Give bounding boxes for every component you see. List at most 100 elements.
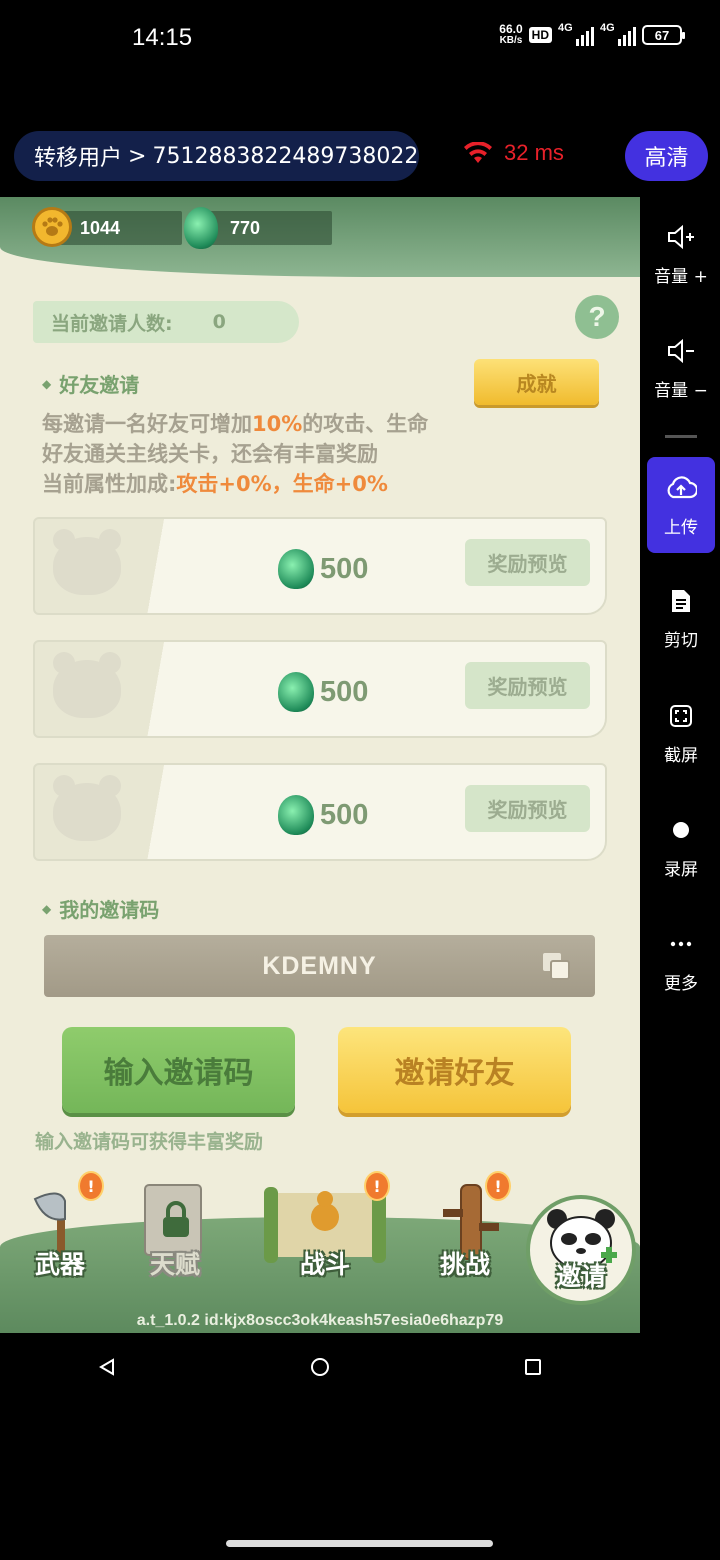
desc-line-3: 当前属性加成:攻击+0%，生命+0%	[42, 469, 428, 499]
more-icon	[670, 929, 692, 959]
invite-count-label: 当前邀请人数:	[51, 312, 173, 335]
nav-label: 武器	[34, 1250, 85, 1279]
my-code-label: 我的邀请码	[59, 898, 160, 922]
net-speed-unit: KB/s	[499, 35, 523, 46]
reward-preview-button[interactable]: 奖励预览	[465, 539, 590, 586]
bamboo-gem-icon	[278, 795, 314, 835]
signal-label: 4G	[558, 22, 573, 34]
cell-signal-icon: 4G	[558, 22, 594, 46]
help-button[interactable]: ?	[575, 295, 619, 339]
battery-icon: 67	[642, 25, 685, 45]
nav-label: 天赋	[149, 1250, 200, 1279]
transfer-label: 转移用户	[34, 146, 123, 171]
screenshot-button[interactable]: 截屏	[647, 701, 715, 766]
gesture-bar[interactable]	[226, 1540, 493, 1547]
diamond-bullet-icon: ◆	[42, 901, 52, 916]
reward-preview-button[interactable]: 奖励预览	[465, 785, 590, 832]
bamboo-gem-icon	[184, 207, 218, 249]
desc-highlight: 10%	[252, 412, 303, 436]
invite-code: KDEMNY	[262, 951, 377, 980]
side-item-label: 剪切	[664, 631, 698, 651]
bamboo-gem-icon	[278, 549, 314, 589]
copy-icon[interactable]	[541, 951, 571, 981]
home-button[interactable]	[300, 1350, 340, 1384]
document-icon	[670, 586, 692, 616]
desc-text: 的攻击、生命	[302, 412, 429, 436]
status-time: 14:15	[132, 24, 193, 51]
back-button[interactable]	[87, 1350, 127, 1384]
bamboo-gem-icon	[278, 672, 314, 712]
upload-button[interactable]: 上传	[647, 457, 715, 553]
volume-down-button[interactable]: 音量 −	[647, 336, 715, 401]
nav-label: 挑战	[439, 1250, 490, 1279]
nav-invite[interactable]: 邀请	[526, 1195, 636, 1305]
desc-text: 当前属性加成:	[42, 472, 177, 496]
reward-preview-button[interactable]: 奖励预览	[465, 662, 590, 709]
invite-count-value: 0	[212, 311, 226, 333]
wifi-icon	[464, 142, 492, 163]
reward-card: 500 奖励预览	[33, 640, 607, 738]
nav-battle[interactable]: ! 战斗	[260, 1171, 390, 1281]
friend-invite-title: ◆ 好友邀请	[42, 369, 139, 398]
lock-icon	[163, 1201, 189, 1237]
volume-up-button[interactable]: 音量 +	[647, 222, 715, 287]
hd-voice-badge: HD	[528, 27, 552, 43]
recents-button[interactable]	[513, 1350, 553, 1384]
side-item-label: 上传	[664, 518, 698, 538]
net-speed-value: 66.0	[499, 22, 523, 36]
volume-up-icon	[666, 222, 696, 252]
desc-text: 每邀请一名好友可增加	[42, 412, 252, 436]
nav-challenge[interactable]: ! 挑战	[415, 1171, 515, 1281]
build-id: a.t_1.0.2 id:kjx8oscc3ok4keash57esia0e6h…	[136, 1312, 504, 1329]
nav-talent[interactable]: 天赋	[125, 1171, 225, 1281]
game-screen: 1044 770 当前邀请人数: 0 ? ◆ 好友邀请 成就 每邀请一名好友可增…	[0, 197, 640, 1333]
side-item-label: 截屏	[664, 746, 698, 766]
coin-counter: 1044	[32, 205, 182, 251]
alert-badge: !	[485, 1171, 511, 1201]
bottom-nav: ! 武器 天赋 ! 战斗 ! 挑战 邀请	[0, 1147, 640, 1333]
side-item-label: 录屏	[664, 860, 698, 880]
back-triangle-icon	[99, 1358, 114, 1376]
side-divider	[665, 435, 697, 438]
friend-invite-label: 好友邀请	[59, 373, 140, 397]
bear-silhouette-icon	[53, 775, 121, 841]
side-item-label: 音量 +	[654, 267, 708, 287]
bear-silhouette-icon	[53, 652, 121, 718]
reward-amount: 500	[320, 799, 369, 831]
cut-button[interactable]: 剪切	[647, 586, 715, 651]
home-circle-icon	[311, 1358, 329, 1376]
nav-label: 邀请	[555, 1262, 606, 1291]
nav-weapon[interactable]: ! 武器	[10, 1171, 110, 1281]
desc-highlight: 攻击+0%，生命+0%	[176, 472, 388, 496]
reward-card: 500 奖励预览	[33, 517, 607, 615]
nav-label: 战斗	[299, 1250, 350, 1279]
transfer-user-button[interactable]: 转移用户 > 7512883822489738022	[14, 131, 419, 181]
latency-indicator: 32 ms	[464, 140, 564, 166]
paw-coin-icon	[32, 207, 72, 247]
achievement-button[interactable]: 成就	[474, 359, 599, 405]
invite-friends-button[interactable]: 邀请好友	[338, 1027, 571, 1113]
bear-silhouette-icon	[53, 529, 121, 595]
quality-button[interactable]: 高清	[625, 131, 708, 181]
invite-description: 每邀请一名好友可增加10%的攻击、生命 好友通关主线关卡，还会有丰富奖励 当前属…	[42, 409, 428, 499]
user-id: 7512883822489738022	[152, 143, 419, 169]
side-item-label: 音量 −	[654, 381, 708, 401]
enter-code-button[interactable]: 输入邀请码	[62, 1027, 295, 1113]
invite-code-box: KDEMNY	[44, 935, 595, 997]
cloud-upload-icon	[665, 473, 697, 503]
alert-badge: !	[78, 1171, 104, 1201]
volume-down-icon	[666, 336, 696, 366]
desc-line-2: 好友通关主线关卡，还会有丰富奖励	[42, 442, 378, 466]
side-item-label: 更多	[664, 974, 698, 994]
record-icon	[671, 815, 691, 845]
invite-count-panel: 当前邀请人数: 0	[33, 301, 299, 343]
record-button[interactable]: 录屏	[647, 815, 715, 880]
status-icons: 66.0 KB/s HD 4G 4G 67	[499, 22, 685, 46]
more-button[interactable]: 更多	[647, 929, 715, 994]
chevron-right-icon: >	[128, 143, 147, 169]
screenshot-icon	[669, 701, 693, 731]
battery-level: 67	[654, 27, 670, 43]
reward-amount: 500	[320, 553, 369, 585]
signal-label: 4G	[600, 22, 615, 34]
recents-square-icon	[525, 1359, 541, 1375]
